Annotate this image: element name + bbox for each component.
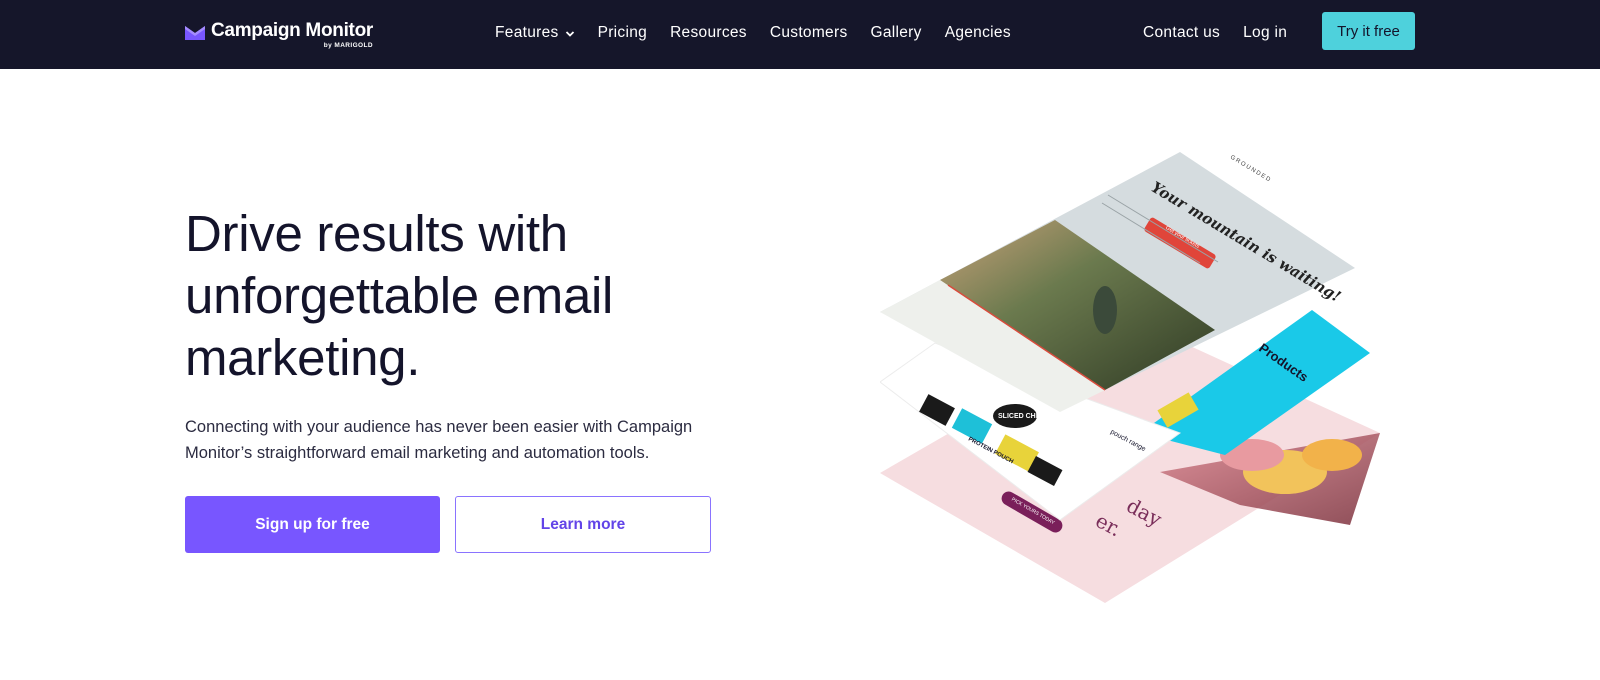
chevron-down-icon xyxy=(565,31,574,37)
log-in-link[interactable]: Log in xyxy=(1243,24,1287,42)
hero-illustration: day er. PICK YOURS TODAY Products SLICED… xyxy=(880,150,1400,610)
brand-label: GROUNDED xyxy=(1229,155,1272,184)
secondary-navigation: Contact us Log in xyxy=(1143,0,1310,66)
nav-item-label: Features xyxy=(495,24,559,41)
nav-item-agencies[interactable]: Agencies xyxy=(945,24,1011,42)
hero-title: Drive results with unforgettable email m… xyxy=(185,205,614,386)
product-label-1: SLICED CHICKEN xyxy=(998,413,1058,420)
try-it-free-button[interactable]: Try it free xyxy=(1322,12,1415,50)
nav-item-gallery[interactable]: Gallery xyxy=(871,24,922,42)
nav-item-features[interactable]: Features xyxy=(495,24,575,42)
logo-name: Campaign Monitor xyxy=(211,20,373,41)
main-navigation: Features Pricing Resources Customers Gal… xyxy=(495,0,1034,66)
contact-us-link[interactable]: Contact us xyxy=(1143,24,1220,42)
top-navigation-bar: Campaign Monitor by MARIGOLD Features Pr… xyxy=(0,0,1600,69)
campaign-monitor-logo[interactable]: Campaign Monitor by MARIGOLD xyxy=(185,20,373,50)
nav-item-pricing[interactable]: Pricing xyxy=(598,24,647,42)
email-layers-illustration: day er. PICK YOURS TODAY Products SLICED… xyxy=(880,152,1380,603)
logo-mark-icon xyxy=(185,26,205,40)
hero-subtitle: Connecting with your audience has never … xyxy=(185,418,693,462)
logo-subtitle: by MARIGOLD xyxy=(323,42,373,49)
sign-up-button[interactable]: Sign up for free xyxy=(185,496,440,553)
nav-item-resources[interactable]: Resources xyxy=(670,24,747,42)
learn-more-button[interactable]: Learn more xyxy=(455,496,711,553)
nav-item-customers[interactable]: Customers xyxy=(770,24,848,42)
